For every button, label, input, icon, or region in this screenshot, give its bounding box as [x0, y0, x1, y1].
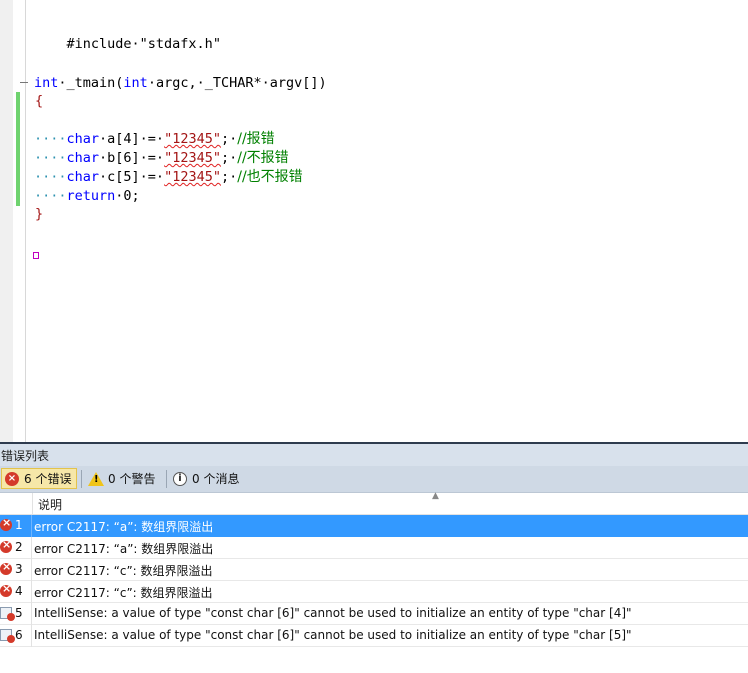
error-icon: [0, 538, 12, 553]
warnings-count-label: 0 个警告: [108, 472, 156, 486]
toolbar-separator: [81, 470, 82, 488]
error-row[interactable]: 4 error C2117: “c”: 数组界限溢出: [0, 581, 748, 603]
error-icon: [0, 582, 12, 597]
code-text: ;·: [220, 169, 238, 185]
column-divider: [31, 559, 32, 581]
keyword: return: [66, 188, 116, 204]
row-number: 3: [15, 562, 23, 576]
error-icon: [0, 560, 12, 575]
include-text: #include·"stdafx.h": [66, 36, 221, 52]
string-literal: "12345": [164, 131, 221, 147]
column-divider: [31, 515, 32, 537]
row-number: 6: [15, 628, 23, 642]
error-description: IntelliSense: a value of type "const cha…: [34, 606, 632, 620]
change-indicator: [16, 92, 20, 206]
brace: {: [35, 93, 44, 109]
error-list-titlebar[interactable]: 错误列表: [0, 442, 748, 466]
error-description: error C2117: “c”: 数组界限溢出: [34, 564, 213, 578]
comment: //报错: [237, 131, 275, 147]
error-row[interactable]: 6 IntelliSense: a value of type "const ch…: [0, 625, 748, 647]
sort-arrow-icon: ▲: [432, 491, 439, 501]
string-literal: "12345": [164, 169, 221, 185]
outline-guide: [25, 0, 26, 442]
keyword: char: [66, 131, 100, 147]
brace: }: [35, 206, 44, 222]
code-editor[interactable]: #include·"stdafx.h" int·_tmain(int·argc,…: [0, 0, 748, 442]
code-text: ;·: [220, 131, 238, 147]
code-text: ·0;: [115, 188, 140, 204]
code-text: ;·: [220, 150, 238, 166]
code-text: ·b[6]·=·: [99, 150, 165, 166]
errors-filter-button[interactable]: × 6 个错误: [1, 468, 77, 489]
comment: //也不报错: [237, 169, 303, 185]
indent-dots: ····: [34, 169, 67, 185]
code-text: ·argc,·_TCHAR*·argv[]): [147, 75, 327, 91]
string-literal: "12345": [164, 150, 221, 166]
code-line-close-brace: }: [35, 205, 43, 224]
column-divider: [31, 537, 32, 559]
intellisense-error-icon: [0, 629, 15, 643]
collapse-marker[interactable]: [20, 82, 28, 83]
column-divider: [31, 581, 32, 603]
indent-dots: ····: [34, 188, 67, 204]
error-row[interactable]: 5 IntelliSense: a value of type "const ch…: [0, 603, 748, 625]
error-description: error C2117: “a”: 数组界限溢出: [34, 542, 214, 556]
warnings-filter-button[interactable]: ! 0 个警告: [88, 468, 164, 489]
info-icon: i: [173, 471, 187, 486]
code-line-b: ····char·b[6]·=·"12345";·//不报错: [34, 149, 289, 168]
errors-count-label: 6 个错误: [24, 472, 72, 486]
code-text: ·_tmain(: [58, 75, 124, 91]
comment: //不报错: [237, 150, 289, 166]
editor-margin: [0, 0, 13, 442]
row-number: 4: [15, 584, 23, 598]
code-line-open-brace: {: [35, 92, 43, 111]
row-number: 2: [15, 540, 23, 554]
code-line-main: int·_tmain(int·argc,·_TCHAR*·argv[]): [34, 74, 327, 93]
messages-count-label: 0 个消息: [192, 472, 240, 486]
error-description: IntelliSense: a value of type "const cha…: [34, 628, 632, 642]
code-line-return: ····return·0;: [34, 187, 140, 206]
cursor-marker: [33, 252, 39, 259]
code-text: ·c[5]·=·: [99, 169, 165, 185]
column-divider[interactable]: [32, 493, 33, 514]
column-divider: [31, 625, 32, 647]
column-divider: [31, 603, 32, 625]
error-icon: [0, 516, 12, 531]
error-list-title: 错误列表: [1, 449, 50, 463]
indent-dots: ····: [34, 131, 67, 147]
keyword: int: [123, 75, 148, 91]
code-text: ·a[4]·=·: [99, 131, 165, 147]
error-row[interactable]: 2 error C2117: “a”: 数组界限溢出: [0, 537, 748, 559]
intellisense-error-icon: [0, 607, 15, 621]
error-list-panel: 错误列表 × 6 个错误 ! 0 个警告 i 0 个消息 说明 ▲ 1 error…: [0, 442, 748, 673]
code-line-c: ····char·c[5]·=·"12345";·//也不报错: [34, 168, 303, 187]
code-line-include: #include·"stdafx.h": [34, 16, 221, 52]
error-description: error C2117: “a”: 数组界限溢出: [34, 520, 214, 534]
indent-dots: ····: [34, 150, 67, 166]
warning-icon: !: [88, 471, 104, 486]
error-description: error C2117: “c”: 数组界限溢出: [34, 586, 213, 600]
row-number: 1: [15, 518, 23, 532]
column-header-description[interactable]: 说明: [38, 496, 62, 513]
row-number: 5: [15, 606, 23, 620]
error-row[interactable]: 3 error C2117: “c”: 数组界限溢出: [0, 559, 748, 581]
keyword: char: [66, 169, 100, 185]
keyword: char: [66, 150, 100, 166]
keyword: int: [34, 75, 59, 91]
error-icon: ×: [5, 471, 19, 486]
messages-filter-button[interactable]: i 0 个消息: [173, 468, 249, 489]
error-list-toolbar: × 6 个错误 ! 0 个警告 i 0 个消息: [0, 466, 748, 493]
toolbar-separator: [166, 470, 167, 488]
error-row[interactable]: 1 error C2117: “a”: 数组界限溢出: [0, 515, 748, 537]
code-line-a: ····char·a[4]·=·"12345";·//报错: [34, 130, 275, 149]
column-header[interactable]: 说明 ▲: [0, 491, 748, 515]
